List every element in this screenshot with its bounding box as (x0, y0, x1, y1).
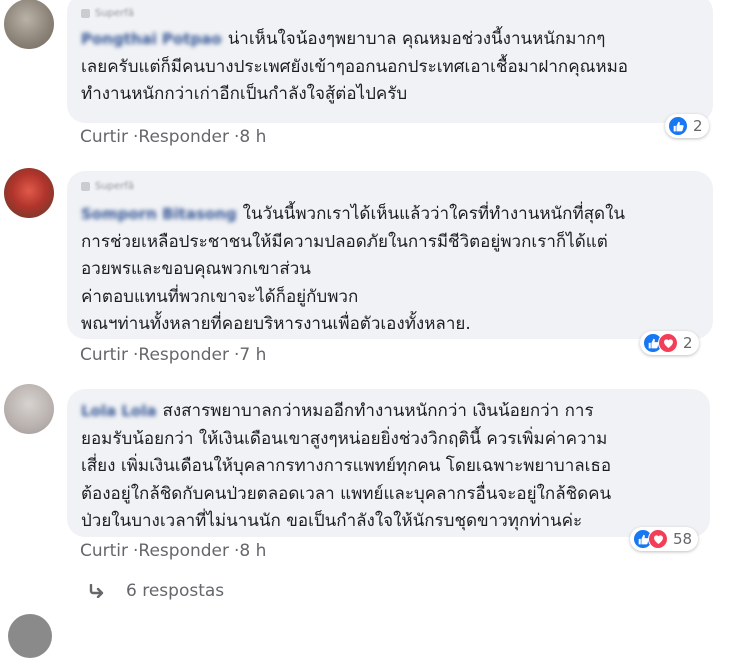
comment-line: การช่วยเหลือประชาชนให้มีความปลอดภัยในการ… (81, 231, 608, 252)
badge-label: Superfã (95, 180, 134, 192)
comment-actions: Curtir ·Responder ·8 h (80, 127, 267, 147)
like-link[interactable]: Curtir (80, 345, 128, 365)
comment-author[interactable]: Pongthai Potpao (81, 30, 222, 48)
comment-line: ยอมรับน้อยกว่า ให้เงินเดือนเขาสูงๆหน่อยย… (81, 428, 608, 449)
badge: Superfã (81, 6, 134, 20)
avatar[interactable] (4, 384, 54, 434)
comment-actions: Curtir ·Responder ·8 h (80, 541, 267, 561)
thumbs-up-icon (668, 116, 688, 136)
reaction-summary[interactable]: 2 (640, 331, 699, 355)
like-link[interactable]: Curtir (80, 127, 128, 147)
comment-bubble: Lola Lola สงสารพยาบาลกว่าหมออีกทำงานหนักก… (67, 389, 710, 537)
avatar[interactable] (4, 0, 54, 49)
comment-text: Lola Lola สงสารพยาบาลกว่าหมออีกทำงานหนักก… (81, 398, 611, 536)
badge: Superfã (81, 179, 134, 193)
reply-link[interactable]: Responder (138, 541, 229, 561)
comment-line: ป่วยในบางเวลาที่ไม่นานนัก ขอเป็นกำลังใจใ… (81, 511, 583, 531)
reply-arrow-icon (88, 584, 108, 598)
heart-icon (648, 529, 668, 549)
comment-line: อวยพรและขอบคุณพวกเขาส่วน (81, 259, 311, 279)
timestamp[interactable]: 8 h (239, 541, 266, 561)
replies-count-label: 6 respostas (126, 581, 225, 601)
comment-line: พณฯท่านทั้งหลายที่คอยบริหารงานเพื่อตัวเอ… (81, 314, 471, 334)
heart-icon (658, 333, 678, 353)
reply-link[interactable]: Responder (138, 127, 229, 147)
avatar[interactable] (4, 168, 54, 218)
comment-line: ทำงานหนักกว่าเก่าอีกเป็นกำลังใจสู้ต่อไปค… (81, 84, 408, 104)
comment-line: ในวันนี้พวกเราได้เห็นแล้วว่าใครที่ทำงานห… (242, 204, 625, 224)
timestamp[interactable]: 7 h (239, 345, 266, 365)
comment-line: เสี่ยง เพิ่มเงินเดือนให้บุคลากรทางการแพท… (81, 456, 612, 476)
comment-line: สงสารพยาบาลกว่าหมออีกทำงานหนักกว่า เงินน… (162, 401, 594, 421)
reaction-summary[interactable]: 2 (665, 114, 709, 138)
timestamp[interactable]: 8 h (239, 127, 266, 147)
reply-link[interactable]: Responder (138, 345, 229, 365)
view-replies-link[interactable]: 6 respostas (88, 581, 224, 601)
badge-icon (81, 8, 90, 18)
like-link[interactable]: Curtir (80, 541, 128, 561)
badge-icon (81, 181, 90, 191)
reaction-count: 58 (673, 530, 693, 548)
reaction-summary[interactable]: 58 (630, 527, 699, 551)
comment-actions: Curtir ·Responder ·7 h (80, 345, 267, 365)
comment-author[interactable]: Somporn Bitasong (81, 205, 237, 223)
avatar[interactable] (8, 614, 52, 658)
comment-line: ค่าตอบแทนที่พวกเขาจะได้ก็อยู่กับพวก (81, 286, 359, 307)
comment-bubble: Superfã Somporn Bitasong ในวันนี้พวกเราได… (67, 171, 713, 339)
badge-label: Superfã (95, 7, 134, 19)
reaction-count: 2 (683, 334, 693, 352)
comment-author[interactable]: Lola Lola (81, 402, 156, 420)
comment-line: น่าเห็นใจน้องๆพยาบาล คุณหมอช่วงนี้งานหนั… (227, 29, 606, 49)
comment-line: เลยครับแต่ก็มีคนบางประเพศยังเข้าๆออกนอกป… (81, 56, 628, 77)
comment-text: Somporn Bitasong ในวันนี้พวกเราได้เห็นแล้… (81, 201, 625, 339)
reaction-count: 2 (693, 117, 703, 135)
comment-text: Pongthai Potpao น่าเห็นใจน้องๆพยาบาล คุณห… (81, 26, 628, 109)
comment-line: ต้องอยู่ใกล้ชิดกับคนป่วยตลอดเวลา แพทย์แล… (81, 483, 612, 504)
comment-bubble: Superfã Pongthai Potpao น่าเห็นใจน้องๆพยา… (67, 0, 713, 123)
